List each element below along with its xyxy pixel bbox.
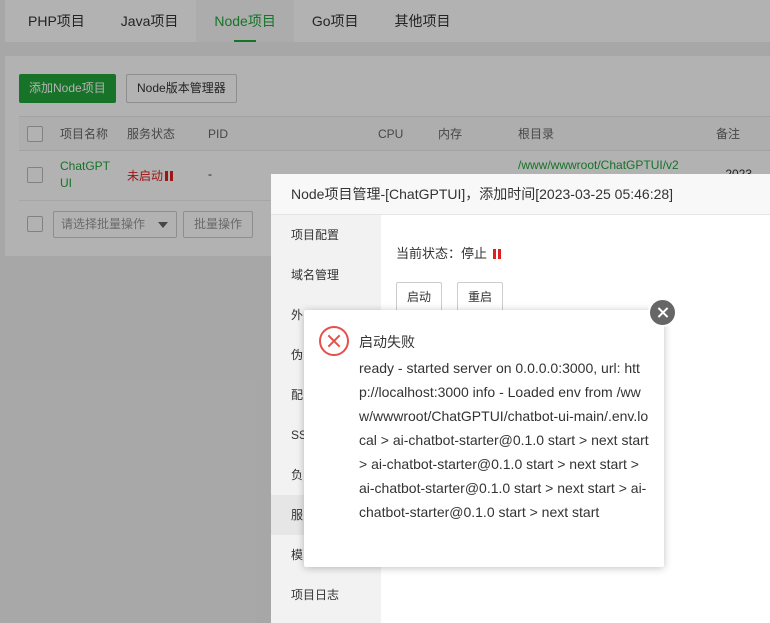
error-icon xyxy=(319,326,349,356)
current-state-label: 当前状态：停止 xyxy=(396,246,488,261)
stopped-icon xyxy=(492,249,501,259)
error-title: 启动失败 xyxy=(359,334,415,350)
restart-button[interactable]: 重启 xyxy=(457,282,504,312)
current-state: 当前状态：停止 xyxy=(396,243,501,262)
close-icon[interactable] xyxy=(648,298,677,327)
sidebar-item-project-log[interactable]: 项目日志 xyxy=(271,575,381,615)
start-button[interactable]: 启动 xyxy=(396,282,443,312)
sidebar-item-project-config[interactable]: 项目配置 xyxy=(271,215,381,255)
sidebar-item-domain[interactable]: 域名管理 xyxy=(271,255,381,295)
modal-title: Node项目管理-[ChatGPTUI]，添加时间[2023-03-25 05:… xyxy=(271,174,770,215)
start-failed-dialog: 启动失败 ready - started server on 0.0.0.0:3… xyxy=(304,310,664,567)
error-message: ready - started server on 0.0.0.0:3000, … xyxy=(359,360,649,520)
